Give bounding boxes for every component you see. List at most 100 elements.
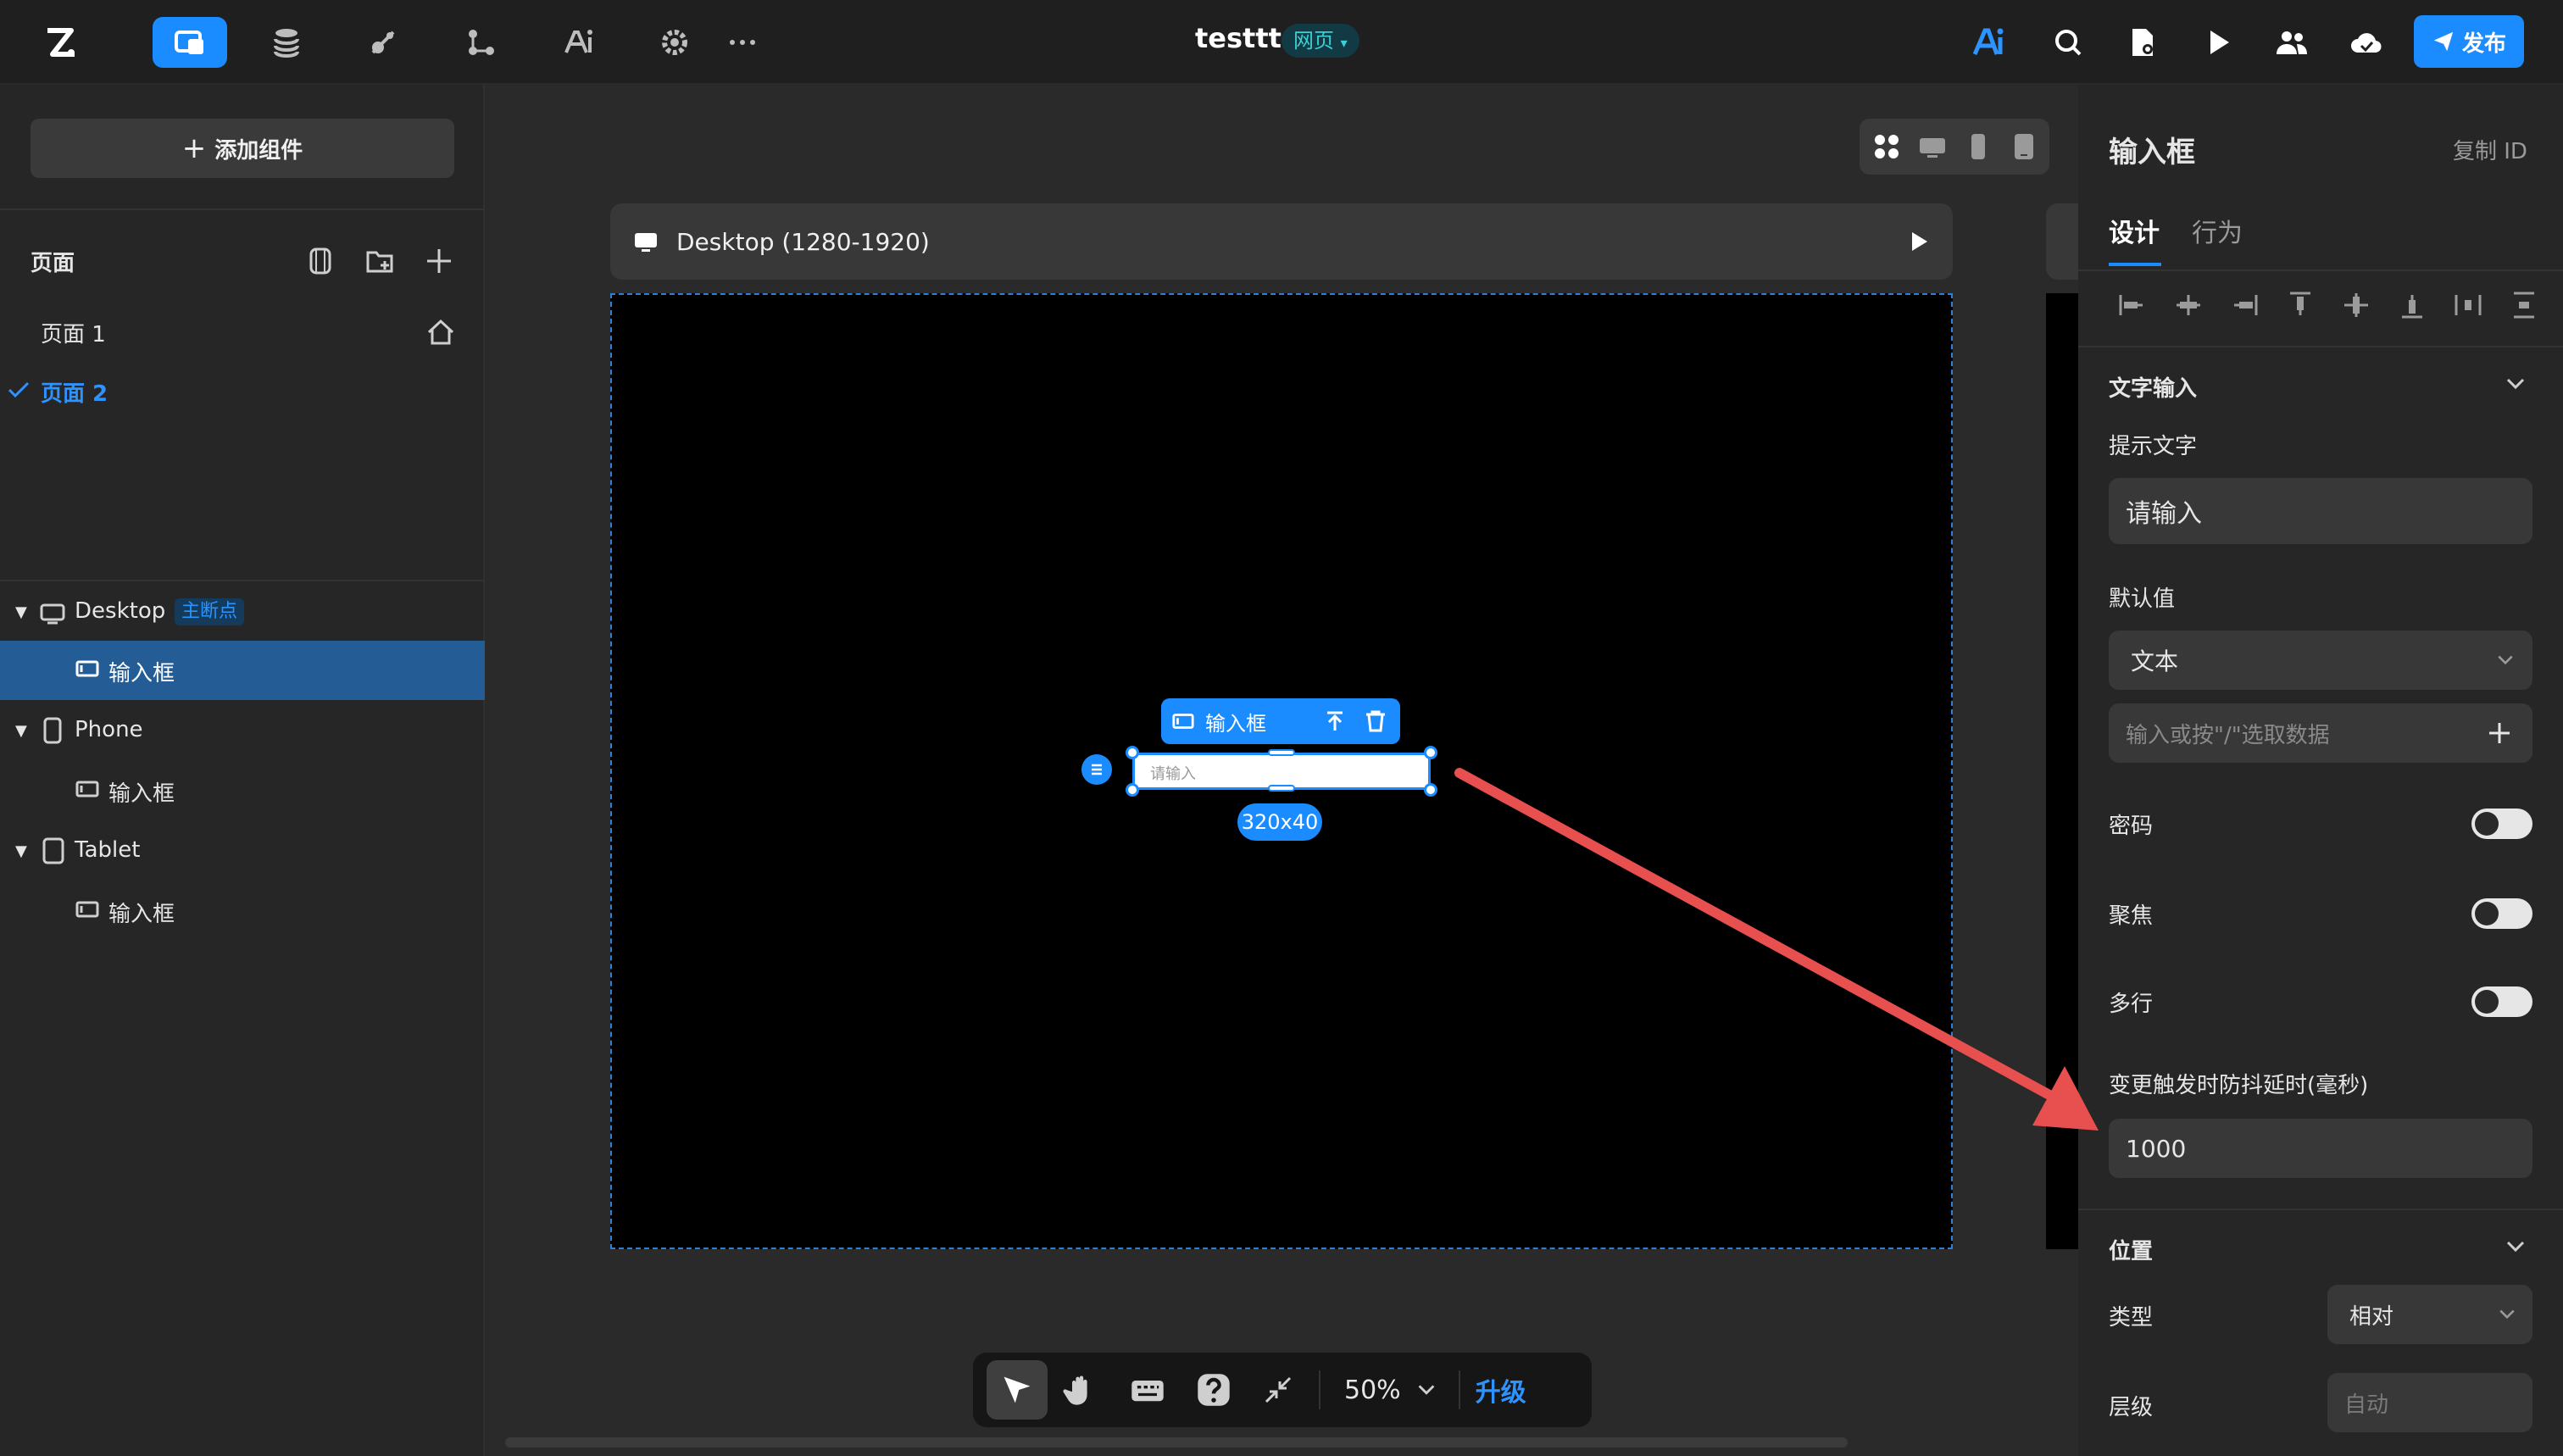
- phone-view-icon[interactable]: [1963, 131, 1993, 162]
- page-item-1[interactable]: 页面 1: [41, 317, 106, 348]
- layer-row-selected[interactable]: [0, 641, 485, 700]
- input-component-icon: [75, 897, 100, 922]
- password-label: 密码: [2109, 814, 2154, 839]
- page-item-2[interactable]: 页面 2: [41, 376, 108, 408]
- tab-design[interactable]: 设计: [2109, 212, 2160, 249]
- layer-input-tablet[interactable]: 输入框: [108, 897, 175, 928]
- debounce-input[interactable]: 1000: [2109, 1119, 2532, 1178]
- workflow-icon[interactable]: [458, 19, 505, 66]
- team-users-icon[interactable]: [2268, 19, 2316, 66]
- resize-handle-bottom[interactable]: [1268, 785, 1295, 792]
- plugin-icon[interactable]: [359, 19, 407, 66]
- distribute-vertical-icon[interactable]: [2507, 288, 2541, 322]
- copy-id-button[interactable]: 复制 ID: [2453, 134, 2527, 165]
- add-component-button[interactable]: + 添加组件: [31, 119, 454, 178]
- secondary-frame[interactable]: [2046, 293, 2078, 1249]
- add-page-icon[interactable]: [424, 246, 454, 276]
- home-icon[interactable]: [425, 317, 456, 347]
- align-top-icon[interactable]: [2283, 288, 2317, 322]
- cloud-sync-icon[interactable]: [2343, 19, 2390, 66]
- database-icon[interactable]: [263, 19, 310, 66]
- zoom-level[interactable]: 50%: [1344, 1375, 1401, 1405]
- tablet-view-icon[interactable]: [2009, 131, 2039, 162]
- page-layout-icon[interactable]: [305, 246, 336, 276]
- focus-toggle[interactable]: [2471, 898, 2532, 929]
- caret-down-icon: ▾: [1340, 35, 1348, 51]
- search-refresh-icon[interactable]: [2044, 19, 2092, 66]
- components-icon[interactable]: [153, 17, 227, 68]
- collapse-triangle-icon[interactable]: ▼: [15, 842, 27, 860]
- project-type-dropdown[interactable]: 网页 ▾: [1282, 24, 1359, 58]
- frame-header[interactable]: Desktop (1280-1920): [610, 203, 1953, 280]
- layer-input-phone[interactable]: 输入框: [108, 776, 175, 808]
- default-type-select[interactable]: 文本: [2109, 631, 2532, 690]
- collapse-triangle-icon[interactable]: ▼: [15, 722, 27, 740]
- ai-icon[interactable]: [556, 19, 603, 66]
- add-folder-icon[interactable]: [364, 246, 395, 276]
- distribute-horizontal-icon[interactable]: [2451, 288, 2485, 322]
- hint-text-input[interactable]: 请输入: [2109, 478, 2532, 544]
- align-left-icon[interactable]: [2115, 288, 2149, 322]
- move-to-top-icon[interactable]: [1322, 709, 1348, 734]
- plus-icon[interactable]: [2487, 720, 2512, 746]
- chevron-down-icon[interactable]: [2504, 371, 2527, 395]
- collapse-icon[interactable]: [1261, 1373, 1295, 1407]
- align-center-h-icon[interactable]: [2171, 288, 2205, 322]
- preview-play-icon[interactable]: [2195, 19, 2243, 66]
- secondary-frame-header[interactable]: [2046, 203, 2080, 280]
- chevron-down-icon: [2495, 649, 2516, 670]
- keyboard-icon[interactable]: [1129, 1371, 1166, 1409]
- frame-play-icon[interactable]: [1905, 228, 1932, 255]
- chevron-down-icon[interactable]: [2504, 1234, 2527, 1258]
- collapse-triangle-icon[interactable]: ▼: [15, 603, 27, 621]
- default-value-label: 默认值: [2109, 586, 2176, 612]
- section-position[interactable]: 位置: [2109, 1234, 2153, 1265]
- app-logo[interactable]: [37, 19, 85, 66]
- resize-handle[interactable]: [1126, 783, 1139, 797]
- chevron-down-icon[interactable]: [1415, 1378, 1438, 1402]
- top-bar: testtt 网页 ▾ 发布: [0, 0, 2563, 85]
- layer-input-desktop[interactable]: 输入框: [108, 656, 175, 687]
- layer-phone[interactable]: Phone: [75, 717, 143, 742]
- more-icon[interactable]: [719, 19, 766, 66]
- delete-icon[interactable]: [1363, 709, 1388, 734]
- project-type-label: 网页: [1293, 29, 1334, 53]
- canvas-input-placeholder: 请输入: [1150, 765, 1196, 783]
- input-component-icon: [75, 656, 100, 681]
- main-breakpoint-badge: 主断点: [175, 598, 245, 625]
- grid-view-icon[interactable]: [1871, 131, 1902, 162]
- resize-handle-top[interactable]: [1268, 749, 1295, 756]
- layer-desktop[interactable]: Desktop: [75, 598, 165, 624]
- publish-button[interactable]: 发布: [2414, 15, 2524, 68]
- desktop-view-icon[interactable]: [1917, 131, 1948, 162]
- resize-handle[interactable]: [1424, 783, 1437, 797]
- active-tab-indicator: [2109, 263, 2161, 266]
- page-settings-icon[interactable]: [2119, 19, 2166, 66]
- position-type-value: 相对: [2349, 1303, 2394, 1330]
- project-title[interactable]: testtt: [1195, 22, 1282, 54]
- tab-behavior[interactable]: 行为: [2192, 212, 2243, 249]
- settings-gear-icon[interactable]: [651, 19, 698, 66]
- password-toggle[interactable]: [2471, 809, 2532, 839]
- align-center-v-icon[interactable]: [2339, 288, 2373, 322]
- element-menu-icon[interactable]: [1081, 754, 1112, 785]
- resize-handle[interactable]: [1424, 746, 1437, 759]
- position-type-select[interactable]: 相对: [2327, 1285, 2532, 1344]
- ai-assistant-icon[interactable]: [1966, 19, 2014, 66]
- canvas-toolbar: 50% 升级: [973, 1353, 1592, 1427]
- z-index-input[interactable]: 自动: [2327, 1373, 2532, 1432]
- help-icon[interactable]: [1195, 1371, 1232, 1409]
- select-tool-icon[interactable]: [987, 1360, 1048, 1420]
- desktop-icon: [632, 228, 659, 255]
- hand-tool-icon[interactable]: [1063, 1371, 1100, 1409]
- horizontal-scrollbar[interactable]: [505, 1437, 1848, 1448]
- upgrade-link[interactable]: 升级: [1476, 1371, 1526, 1409]
- z-index-label: 层级: [2109, 1395, 2154, 1420]
- section-text-input[interactable]: 文字输入: [2109, 371, 2197, 403]
- resize-handle[interactable]: [1126, 746, 1139, 759]
- multiline-toggle[interactable]: [2471, 986, 2532, 1017]
- default-value-input[interactable]: 输入或按"/"选取数据: [2109, 703, 2532, 763]
- align-bottom-icon[interactable]: [2395, 288, 2429, 322]
- align-right-icon[interactable]: [2227, 288, 2261, 322]
- layer-tablet[interactable]: Tablet: [75, 837, 140, 863]
